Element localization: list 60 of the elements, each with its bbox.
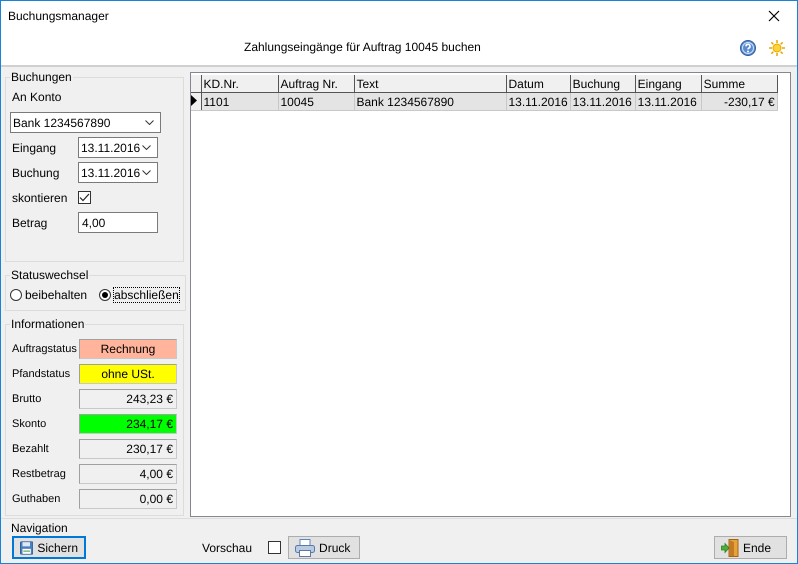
date-dropdown[interactable]: 13.11.2016 [78, 137, 158, 158]
field-label: Eingang [12, 140, 58, 154]
field-label: Pfandstatus [12, 368, 72, 380]
status-field: ohne USt. [79, 364, 177, 384]
checkbox[interactable] [268, 541, 282, 554]
column-header[interactable]: Auftrag Nr. [278, 75, 354, 92]
table-cell: 13.11.2016 [570, 92, 636, 110]
table-cell: 13.11.2016 [635, 92, 702, 110]
printer-icon [295, 538, 316, 556]
caret-icon [145, 120, 154, 125]
field-label: Betrag [12, 216, 48, 230]
field-label: Guthaben [12, 493, 62, 505]
field-label: Auftragstatus [12, 343, 78, 355]
group-title: Informationen [10, 317, 86, 331]
column-header[interactable]: KD.Nr. [201, 75, 278, 92]
field-label: skontieren [12, 190, 68, 204]
floppy-icon [20, 540, 34, 556]
column-header[interactable]: Datum [506, 75, 570, 92]
column-header[interactable]: Buchung [570, 75, 636, 92]
checkbox[interactable] [78, 191, 91, 204]
radio-option[interactable]: abschließen [99, 288, 179, 302]
field-label: Skonto [12, 418, 48, 430]
dialog-subtitle: Zahlungseingänge für Auftrag 10045 buchen [244, 40, 481, 54]
field-label: Restbetrag [12, 468, 67, 480]
help-icon[interactable] [740, 40, 756, 56]
table-cell: Bank 1234567890 [354, 92, 506, 110]
caret-icon [142, 170, 151, 175]
table-cell: 1101 [201, 92, 278, 110]
end-button[interactable]: Ende [714, 536, 787, 559]
close-icon[interactable] [768, 10, 780, 22]
column-header[interactable]: Summe [701, 75, 778, 92]
status-field: Rechnung [79, 339, 177, 359]
amount-field: 234,17 € [79, 414, 177, 434]
column-header[interactable]: Eingang [635, 75, 702, 92]
field-label: An Konto [12, 90, 62, 106]
field-label: Bezahlt [12, 443, 50, 455]
column-header[interactable]: Text [354, 75, 506, 92]
field-label: Buchung [12, 166, 60, 180]
row-header[interactable] [191, 92, 201, 110]
group-title: Navigation [11, 521, 68, 535]
print-button[interactable]: Druck [288, 536, 360, 559]
save-button[interactable]: Sichern [12, 536, 86, 559]
window-title: Buchungsmanager [8, 8, 110, 22]
amount-field: 243,23 € [79, 389, 177, 409]
door-exit-icon [721, 538, 739, 556]
table-cell: 10045 [278, 92, 354, 110]
radio-option[interactable]: beibehalten [10, 288, 88, 302]
amount-field[interactable]: 4,00 [78, 212, 158, 233]
table-cell: 13.11.2016 [506, 92, 570, 110]
amount-field: 0,00 € [79, 489, 177, 509]
caret-icon [142, 145, 151, 150]
group-title: Statuswechsel [10, 268, 90, 282]
table-cell: -230,17 € [701, 92, 778, 110]
account-dropdown[interactable]: Bank 1234567890 [10, 112, 161, 133]
amount-field: 4,00 € [79, 464, 177, 484]
field-label: Vorschau [202, 540, 252, 554]
field-label: Brutto [12, 393, 42, 405]
date-dropdown[interactable]: 13.11.2016 [78, 162, 158, 183]
amount-field: 230,17 € [79, 439, 177, 459]
group-title: Buchungen [10, 70, 73, 84]
